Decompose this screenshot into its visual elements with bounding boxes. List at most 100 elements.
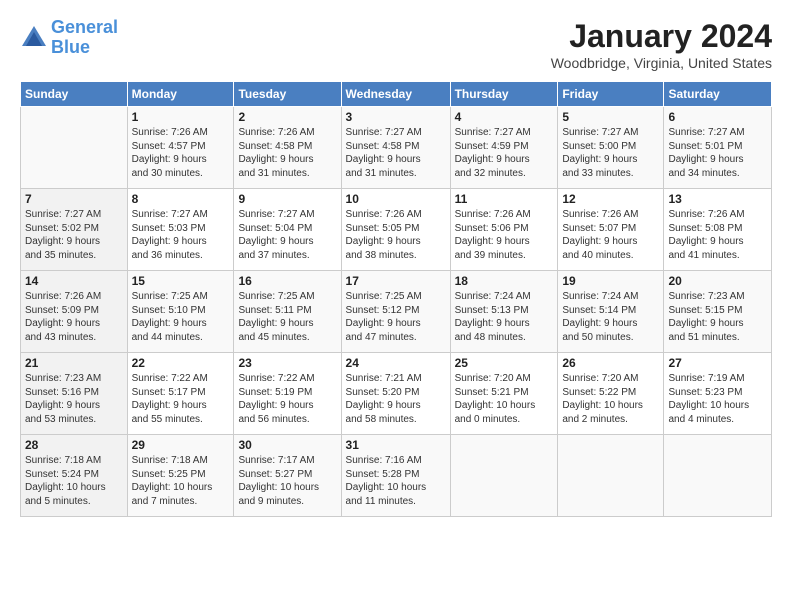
day-cell: 12Sunrise: 7:26 AM Sunset: 5:07 PM Dayli… — [558, 189, 664, 271]
day-cell: 13 Sunrise: 7:26 AM Sunset: 5:08 PM Dayli… — [664, 189, 772, 271]
day-cell: 11 Sunrise: 7:26 AM Sunset: 5:06 PM Dayli… — [450, 189, 558, 271]
calendar-header: SundayMondayTuesdayWednesdayThursdayFrid… — [21, 82, 772, 107]
day-number: 16 — [238, 274, 336, 288]
day-info: Sunrise: 7:24 AM Sunset: 5:13 PM Dayligh… — [455, 290, 554, 344]
day-info: Sunrise: 7:20 AM Sunset: 5:21 PM Dayligh… — [455, 372, 554, 426]
day-info: Sunrise: 7:21 AM Sunset: 5:20 PM Dayligh… — [346, 372, 446, 426]
day-cell: 9 Sunrise: 7:27 AM Sunset: 5:04 PM Daylig… — [234, 189, 341, 271]
day-number: 22 — [132, 356, 230, 370]
day-number: 15 — [132, 274, 230, 288]
day-number: 13 — [668, 192, 767, 206]
day-info: Sunrise: 7:24 AM Sunset: 5:14 PM Dayligh… — [562, 290, 659, 344]
day-cell — [450, 435, 558, 517]
day-cell — [664, 435, 772, 517]
day-info: Sunrise: 7:27 AM Sunset: 5:02 PM Dayligh… — [25, 208, 123, 262]
day-info: Sunrise: 7:27 AM Sunset: 5:00 PM Dayligh… — [562, 126, 659, 180]
day-cell: 15Sunrise: 7:25 AM Sunset: 5:10 PM Dayli… — [127, 271, 234, 353]
day-cell: 6Sunrise: 7:27 AM Sunset: 5:01 PM Daylig… — [664, 107, 772, 189]
day-header-wednesday: Wednesday — [341, 82, 450, 107]
day-number: 27 — [668, 356, 767, 370]
day-number: 21 — [25, 356, 123, 370]
day-info: Sunrise: 7:18 AM Sunset: 5:25 PM Dayligh… — [132, 454, 230, 508]
day-cell: 25 Sunrise: 7:20 AM Sunset: 5:21 PM Dayli… — [450, 353, 558, 435]
calendar: SundayMondayTuesdayWednesdayThursdayFrid… — [20, 81, 772, 517]
day-header-monday: Monday — [127, 82, 234, 107]
day-info: Sunrise: 7:27 AM Sunset: 4:59 PM Dayligh… — [455, 126, 554, 180]
day-header-tuesday: Tuesday — [234, 82, 341, 107]
week-row-3: 21 Sunrise: 7:23 AM Sunset: 5:16 PM Dayli… — [21, 353, 772, 435]
day-number: 28 — [25, 438, 123, 452]
day-info: Sunrise: 7:25 AM Sunset: 5:11 PM Dayligh… — [238, 290, 336, 344]
day-number: 24 — [346, 356, 446, 370]
logo-line2: Blue — [51, 37, 90, 57]
logo-icon — [20, 24, 48, 52]
week-row-0: 1 Sunrise: 7:26 AM Sunset: 4:57 PM Daylig… — [21, 107, 772, 189]
day-info: Sunrise: 7:25 AM Sunset: 5:12 PM Dayligh… — [346, 290, 446, 344]
day-cell — [558, 435, 664, 517]
day-info: Sunrise: 7:26 AM Sunset: 4:57 PM Dayligh… — [132, 126, 230, 180]
day-cell: 20 Sunrise: 7:23 AM Sunset: 5:15 PM Dayli… — [664, 271, 772, 353]
page: General Blue January 2024 Woodbridge, Vi… — [0, 0, 792, 612]
day-header-saturday: Saturday — [664, 82, 772, 107]
day-info: Sunrise: 7:26 AM Sunset: 5:08 PM Dayligh… — [668, 208, 767, 262]
day-cell: 5 Sunrise: 7:27 AM Sunset: 5:00 PM Daylig… — [558, 107, 664, 189]
month-title: January 2024 — [551, 18, 772, 55]
day-cell: 31Sunrise: 7:16 AM Sunset: 5:28 PM Dayli… — [341, 435, 450, 517]
day-cell: 2Sunrise: 7:26 AM Sunset: 4:58 PM Daylig… — [234, 107, 341, 189]
day-cell: 29 Sunrise: 7:18 AM Sunset: 5:25 PM Dayli… — [127, 435, 234, 517]
day-info: Sunrise: 7:26 AM Sunset: 5:05 PM Dayligh… — [346, 208, 446, 262]
day-number: 1 — [132, 110, 230, 124]
day-info: Sunrise: 7:27 AM Sunset: 5:04 PM Dayligh… — [238, 208, 336, 262]
day-number: 19 — [562, 274, 659, 288]
day-cell: 10Sunrise: 7:26 AM Sunset: 5:05 PM Dayli… — [341, 189, 450, 271]
day-header-thursday: Thursday — [450, 82, 558, 107]
calendar-body: 1 Sunrise: 7:26 AM Sunset: 4:57 PM Daylig… — [21, 107, 772, 517]
day-number: 23 — [238, 356, 336, 370]
day-number: 9 — [238, 192, 336, 206]
day-header-sunday: Sunday — [21, 82, 128, 107]
day-number: 3 — [346, 110, 446, 124]
day-number: 17 — [346, 274, 446, 288]
day-number: 25 — [455, 356, 554, 370]
day-number: 4 — [455, 110, 554, 124]
day-cell: 1 Sunrise: 7:26 AM Sunset: 4:57 PM Daylig… — [127, 107, 234, 189]
day-cell: 23 Sunrise: 7:22 AM Sunset: 5:19 PM Dayli… — [234, 353, 341, 435]
day-cell: 7 Sunrise: 7:27 AM Sunset: 5:02 PM Daylig… — [21, 189, 128, 271]
header-row: SundayMondayTuesdayWednesdayThursdayFrid… — [21, 82, 772, 107]
header: General Blue January 2024 Woodbridge, Vi… — [20, 18, 772, 71]
day-info: Sunrise: 7:16 AM Sunset: 5:28 PM Dayligh… — [346, 454, 446, 508]
day-number: 26 — [562, 356, 659, 370]
logo-line1: General — [51, 17, 118, 37]
day-cell: 14Sunrise: 7:26 AM Sunset: 5:09 PM Dayli… — [21, 271, 128, 353]
day-cell: 21 Sunrise: 7:23 AM Sunset: 5:16 PM Dayli… — [21, 353, 128, 435]
day-number: 7 — [25, 192, 123, 206]
day-number: 12 — [562, 192, 659, 206]
day-info: Sunrise: 7:18 AM Sunset: 5:24 PM Dayligh… — [25, 454, 123, 508]
day-info: Sunrise: 7:17 AM Sunset: 5:27 PM Dayligh… — [238, 454, 336, 508]
day-info: Sunrise: 7:23 AM Sunset: 5:15 PM Dayligh… — [668, 290, 767, 344]
day-info: Sunrise: 7:27 AM Sunset: 4:58 PM Dayligh… — [346, 126, 446, 180]
day-number: 5 — [562, 110, 659, 124]
day-info: Sunrise: 7:26 AM Sunset: 5:06 PM Dayligh… — [455, 208, 554, 262]
day-cell: 18Sunrise: 7:24 AM Sunset: 5:13 PM Dayli… — [450, 271, 558, 353]
week-row-2: 14Sunrise: 7:26 AM Sunset: 5:09 PM Dayli… — [21, 271, 772, 353]
day-info: Sunrise: 7:22 AM Sunset: 5:19 PM Dayligh… — [238, 372, 336, 426]
day-cell: 30 Sunrise: 7:17 AM Sunset: 5:27 PM Dayli… — [234, 435, 341, 517]
day-number: 29 — [132, 438, 230, 452]
day-cell: 22Sunrise: 7:22 AM Sunset: 5:17 PM Dayli… — [127, 353, 234, 435]
day-number: 20 — [668, 274, 767, 288]
day-cell: 28 Sunrise: 7:18 AM Sunset: 5:24 PM Dayli… — [21, 435, 128, 517]
day-info: Sunrise: 7:23 AM Sunset: 5:16 PM Dayligh… — [25, 372, 123, 426]
day-info: Sunrise: 7:27 AM Sunset: 5:03 PM Dayligh… — [132, 208, 230, 262]
day-cell: 24 Sunrise: 7:21 AM Sunset: 5:20 PM Dayli… — [341, 353, 450, 435]
day-number: 8 — [132, 192, 230, 206]
day-number: 30 — [238, 438, 336, 452]
day-cell: 3 Sunrise: 7:27 AM Sunset: 4:58 PM Daylig… — [341, 107, 450, 189]
title-area: January 2024 Woodbridge, Virginia, Unite… — [551, 18, 772, 71]
day-info: Sunrise: 7:19 AM Sunset: 5:23 PM Dayligh… — [668, 372, 767, 426]
location: Woodbridge, Virginia, United States — [551, 55, 772, 71]
day-cell — [21, 107, 128, 189]
day-number: 11 — [455, 192, 554, 206]
week-row-1: 7 Sunrise: 7:27 AM Sunset: 5:02 PM Daylig… — [21, 189, 772, 271]
day-cell: 19 Sunrise: 7:24 AM Sunset: 5:14 PM Dayli… — [558, 271, 664, 353]
